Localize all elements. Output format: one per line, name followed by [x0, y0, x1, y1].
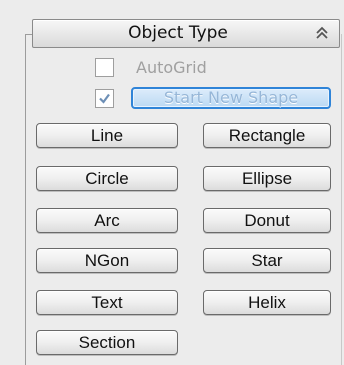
rectangle-button[interactable]: Rectangle	[203, 123, 331, 148]
star-button[interactable]: Star	[203, 248, 331, 273]
autogrid-checkbox[interactable]	[95, 58, 114, 77]
double-chevron-up-icon[interactable]	[313, 24, 331, 42]
arc-button[interactable]: Arc	[36, 208, 178, 233]
checkmark-icon	[99, 93, 110, 104]
ngon-button[interactable]: NGon	[36, 248, 178, 273]
rollout-frame-top	[25, 34, 32, 35]
start-new-shape-checkbox[interactable]	[95, 89, 114, 108]
text-button[interactable]: Text	[36, 290, 178, 315]
ellipse-button[interactable]: Ellipse	[203, 166, 331, 191]
object-type-panel: Object Type AutoGrid Start New Shape Lin…	[0, 0, 344, 365]
rollout-frame-left	[25, 34, 26, 365]
start-new-shape-button[interactable]: Start New Shape	[131, 87, 331, 109]
autogrid-label: AutoGrid	[136, 58, 207, 77]
donut-button[interactable]: Donut	[203, 208, 331, 233]
section-button[interactable]: Section	[36, 330, 178, 355]
rollout-title: Object Type	[128, 23, 228, 43]
line-button[interactable]: Line	[36, 123, 178, 148]
helix-button[interactable]: Helix	[203, 290, 331, 315]
circle-button[interactable]: Circle	[36, 166, 178, 191]
rollout-header[interactable]: Object Type	[32, 19, 340, 48]
rollout-frame-right	[341, 34, 342, 365]
